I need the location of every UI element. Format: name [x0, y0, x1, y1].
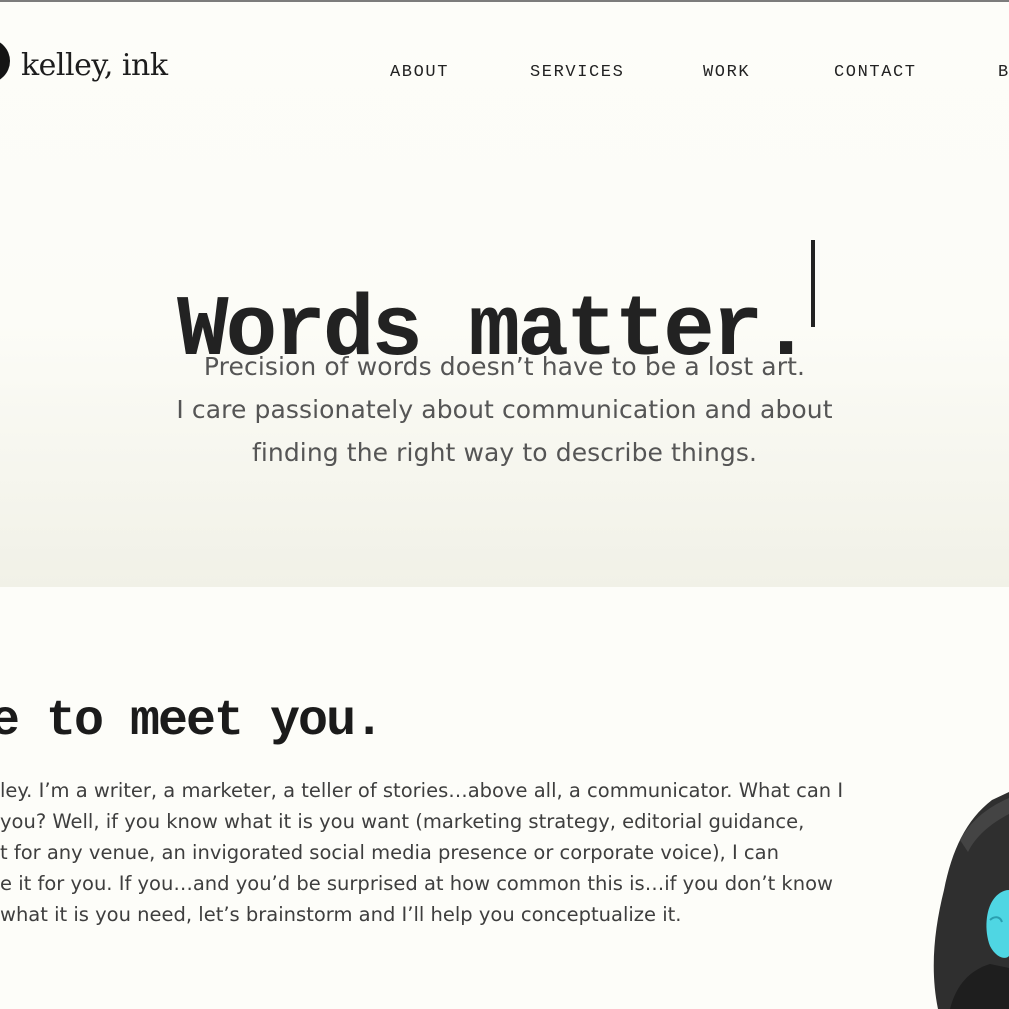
- portrait-photo: [933, 792, 1009, 1009]
- nav-blog-partial[interactable]: B: [998, 63, 1009, 82]
- intro-line-2: you? Well, if you know what it is you wa…: [0, 810, 805, 833]
- typing-cursor: [811, 240, 815, 327]
- hero-line-2: I care passionately about communication …: [176, 395, 833, 424]
- logo-icon[interactable]: [0, 39, 10, 83]
- nav-work[interactable]: WORK: [703, 63, 750, 82]
- nav-services[interactable]: SERVICES: [530, 63, 624, 82]
- hero-line-3: finding the right way to describe things…: [251, 438, 758, 467]
- intro-line-1: ley. I’m a writer, a marketer, a teller …: [0, 779, 844, 802]
- hero-section: kelley, ink ABOUT SERVICES WORK CONTACT …: [0, 2, 1009, 587]
- hero-line-1: Precision of words doesn’t have to be a …: [203, 352, 806, 381]
- site-logo[interactable]: kelley, ink: [21, 48, 168, 83]
- section-title: ce to meet you.: [0, 693, 384, 750]
- nav-about[interactable]: ABOUT: [390, 63, 449, 82]
- nav-contact[interactable]: CONTACT: [834, 63, 917, 82]
- intro-line-5: what it is you need, let’s brainstorm an…: [0, 903, 682, 926]
- intro-line-3: t for any venue, an invigorated social m…: [0, 841, 779, 864]
- intro-line-4: e it for you. If you…and you’d be surpri…: [0, 872, 833, 895]
